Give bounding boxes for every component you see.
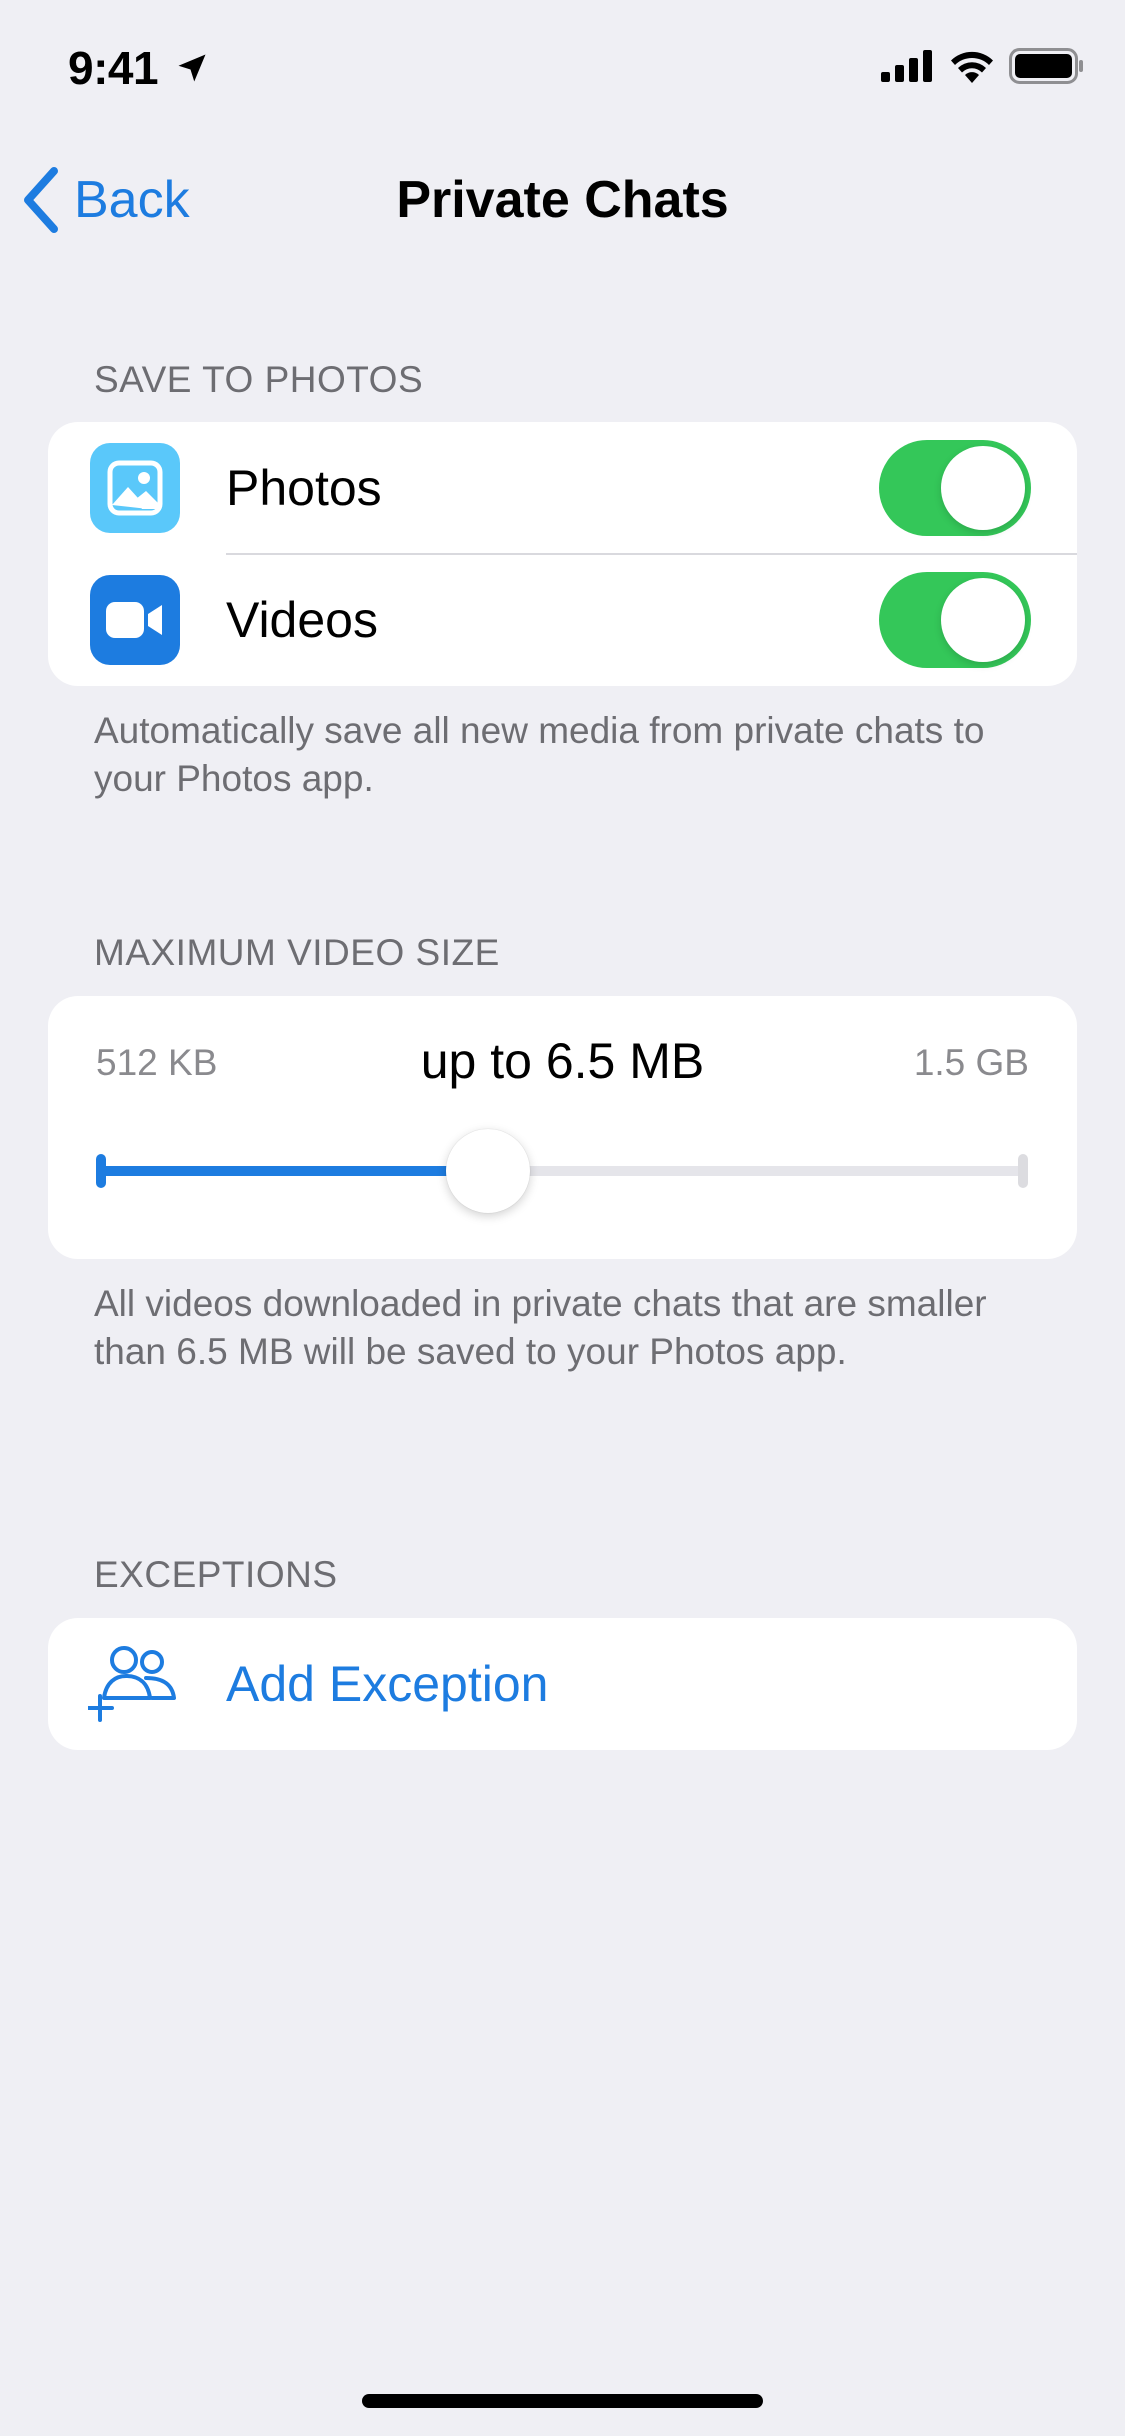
max-video-size-card: 512 KB up to 6.5 MB 1.5 GB xyxy=(48,996,1077,1259)
save-to-photos-card: Photos Videos xyxy=(48,422,1077,686)
videos-toggle[interactable] xyxy=(879,572,1031,668)
slider-max-label: 1.5 GB xyxy=(913,1042,1029,1083)
location-arrow-icon xyxy=(178,54,206,82)
save-to-photos-footer: Automatically save all new media from pr… xyxy=(94,710,985,799)
max-video-size-footer: All videos downloaded in private chats t… xyxy=(94,1283,987,1372)
add-exception-button[interactable]: Add Exception xyxy=(48,1618,1077,1750)
status-time: 9:41 xyxy=(68,38,210,98)
slider-max-cap xyxy=(1018,1154,1028,1188)
photos-toggle[interactable] xyxy=(879,440,1031,536)
list-item-photos: Photos xyxy=(48,422,1077,554)
slider-track[interactable] xyxy=(96,1154,1028,1188)
slider-thumb[interactable] xyxy=(445,1129,530,1213)
cellular-signal-icon xyxy=(881,50,932,82)
home-indicator[interactable] xyxy=(362,2394,763,2408)
toggle-knob xyxy=(941,578,1025,662)
section-header-exceptions: EXCEPTIONS xyxy=(94,1554,338,1595)
videos-label: Videos xyxy=(226,592,378,648)
add-users-icon xyxy=(88,1646,176,1722)
status-indicators xyxy=(881,48,1085,84)
back-label: Back xyxy=(74,171,190,229)
list-item-videos: Videos xyxy=(48,554,1077,686)
slider-min-cap xyxy=(96,1154,106,1188)
back-button[interactable]: Back xyxy=(20,160,190,240)
video-camera-icon xyxy=(90,575,180,665)
section-header-max-video-size: MAXIMUM VIDEO SIZE xyxy=(94,932,500,973)
exceptions-card: Add Exception xyxy=(48,1618,1077,1750)
photos-label: Photos xyxy=(226,460,382,516)
status-time-text: 9:41 xyxy=(68,42,159,94)
toggle-knob xyxy=(941,446,1025,530)
section-header-save-to-photos: SAVE TO PHOTOS xyxy=(94,359,424,400)
slider-track-fill xyxy=(98,1166,488,1176)
battery-icon xyxy=(1009,48,1083,84)
photo-icon xyxy=(90,443,180,533)
chevron-left-icon xyxy=(24,167,58,233)
add-exception-label: Add Exception xyxy=(226,1656,549,1712)
wifi-icon xyxy=(951,51,993,83)
